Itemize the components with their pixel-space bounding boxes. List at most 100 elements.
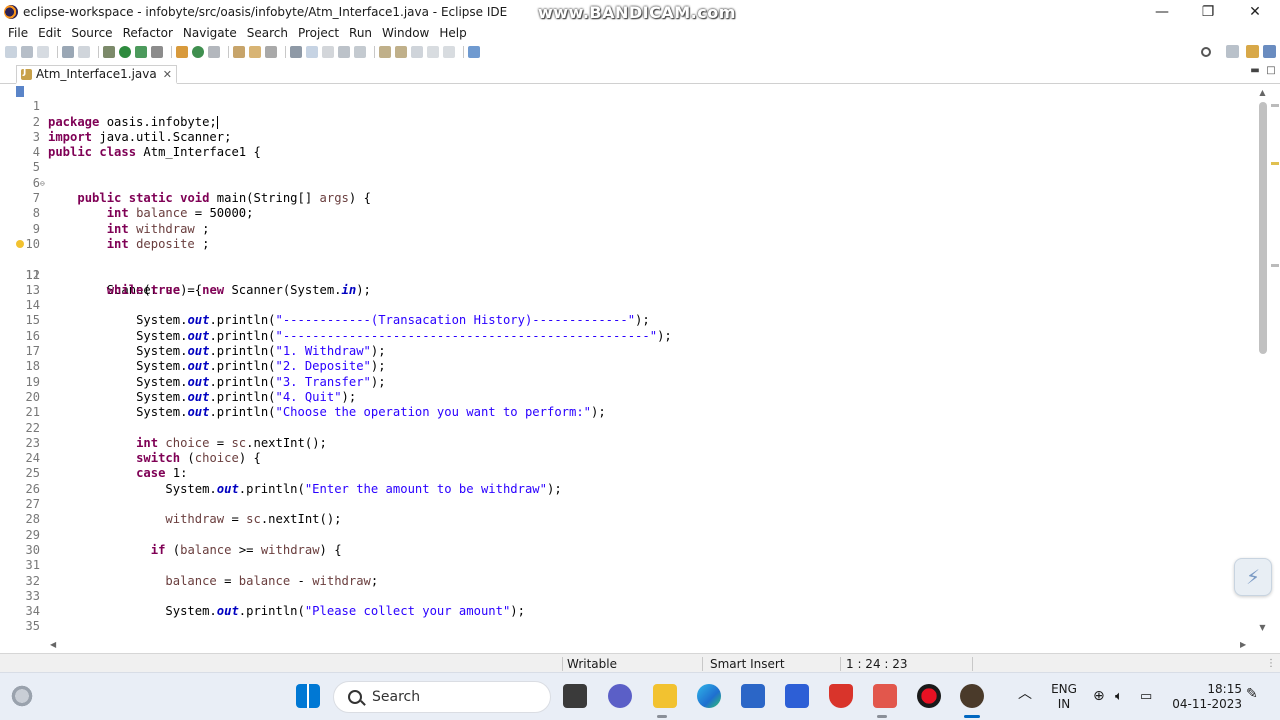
open-type-icon[interactable] [233, 46, 245, 58]
horizontal-scrollbar[interactable]: ◀ ▶ [50, 640, 1250, 652]
menu-project[interactable]: Project [293, 24, 344, 43]
main-toolbar [0, 43, 1280, 61]
menu-help[interactable]: Help [434, 24, 471, 43]
chevron-up-icon[interactable]: ︿ [1018, 687, 1032, 702]
code-text: ( [143, 282, 151, 297]
app-pinned-icon[interactable] [873, 684, 897, 708]
menu-bar: File Edit Source Refactor Navigate Searc… [0, 24, 1280, 43]
open-task-icon[interactable] [249, 46, 261, 58]
string-literal: "3. Transfer" [275, 374, 371, 389]
windows-start-icon[interactable] [296, 684, 320, 708]
task-view-icon[interactable] [563, 684, 587, 708]
show-selected-element-icon[interactable] [354, 46, 366, 58]
tab-close-icon[interactable]: ✕ [163, 68, 172, 81]
show-whitespace-icon[interactable] [338, 46, 350, 58]
vertical-scroll-thumb[interactable] [1259, 102, 1267, 354]
maximize-view-icon[interactable]: □ [1266, 66, 1276, 76]
pin-editor-icon[interactable] [468, 46, 480, 58]
status-cursor-position[interactable]: 1 : 24 : 23 [846, 656, 908, 672]
save-all-icon[interactable] [37, 46, 49, 58]
eclipse-taskbar-icon[interactable] [960, 684, 984, 708]
edge-browser-icon[interactable] [697, 684, 721, 708]
save-icon[interactable] [21, 46, 33, 58]
bandicam-record-icon[interactable] [917, 684, 941, 708]
code-text: .nextInt(); [246, 435, 327, 450]
new-class-icon[interactable] [208, 46, 220, 58]
menu-navigate[interactable]: Navigate [178, 24, 242, 43]
menu-source[interactable]: Source [66, 24, 117, 43]
language-indicator[interactable]: ENG IN [1048, 682, 1080, 712]
volume-icon[interactable]: 🔈︎ [1115, 689, 1123, 704]
ruler-mark[interactable] [1271, 104, 1279, 107]
microsoft-store-icon[interactable] [741, 684, 765, 708]
skip-breakpoints-icon[interactable] [78, 46, 90, 58]
code-line: 27 withdraw = sc.nextInt(); [14, 482, 342, 526]
minimize-view-icon[interactable]: ▬ [1250, 66, 1260, 76]
menu-window[interactable]: Window [377, 24, 434, 43]
mcafee-icon[interactable] [829, 684, 853, 708]
floating-widget-icon[interactable]: ⚡ [1234, 558, 1272, 596]
new-icon[interactable] [5, 46, 17, 58]
keyword: while [106, 282, 144, 297]
warning-icon[interactable] [16, 240, 24, 248]
debug-icon[interactable] [103, 46, 115, 58]
toggle-mark-icon[interactable] [290, 46, 302, 58]
search-icon[interactable] [1201, 47, 1211, 57]
open-perspective-icon[interactable] [1226, 45, 1239, 58]
widgets-icon[interactable] [10, 684, 34, 708]
field: out [187, 328, 210, 343]
next-annotation-icon[interactable] [379, 46, 391, 58]
scroll-right-icon[interactable]: ▶ [1240, 640, 1246, 649]
terminal-icon[interactable] [62, 46, 74, 58]
back-icon[interactable] [427, 46, 439, 58]
close-button[interactable]: ✕ [1232, 0, 1278, 24]
code-line: 33 System.out.println("Please collect yo… [14, 574, 525, 618]
taskbar-search-box[interactable]: Search [333, 681, 551, 713]
block-selection-icon[interactable] [322, 46, 334, 58]
notification-icon[interactable]: ✎ [1246, 687, 1258, 702]
minimize-button[interactable]: — [1139, 0, 1185, 24]
menu-search[interactable]: Search [242, 24, 293, 43]
field: out [187, 374, 210, 389]
file-explorer-icon[interactable] [653, 684, 677, 708]
java-ee-perspective-icon[interactable] [1246, 45, 1259, 58]
network-icon[interactable]: ⊕ [1093, 689, 1105, 704]
menu-edit[interactable]: Edit [33, 24, 66, 43]
scroll-down-icon[interactable]: ▼ [1258, 623, 1267, 632]
search-tool-icon[interactable] [265, 46, 277, 58]
menu-refactor[interactable]: Refactor [118, 24, 178, 43]
code-line: 1 package oasis.infobyte; [14, 84, 218, 129]
previous-annotation-icon[interactable] [395, 46, 407, 58]
overview-ruler[interactable] [1270, 84, 1280, 636]
new-package-icon[interactable] [192, 46, 204, 58]
code-text: System. [136, 405, 188, 420]
visual-studio-code-icon[interactable] [785, 684, 809, 708]
scroll-up-icon[interactable]: ▲ [1258, 88, 1267, 97]
status-insert-mode[interactable]: Smart Insert [710, 656, 785, 672]
code-text: ; [194, 221, 210, 236]
forward-icon[interactable] [443, 46, 455, 58]
status-more-icon[interactable]: ⋮ [1266, 656, 1276, 672]
clock[interactable]: 18:15 04-11-2023 [1172, 682, 1242, 712]
word-wrap-icon[interactable] [306, 46, 318, 58]
battery-icon[interactable]: ▭ [1140, 689, 1152, 704]
language-code: ENG [1051, 682, 1077, 696]
vertical-scrollbar[interactable]: ▲ ▼ [1256, 88, 1268, 636]
teams-chat-icon[interactable] [608, 684, 632, 708]
coverage-icon[interactable] [135, 46, 147, 58]
java-perspective-icon[interactable] [1263, 45, 1276, 58]
tab-atm-interface1[interactable]: Atm_Interface1.java ✕ [16, 65, 177, 84]
run-icon[interactable] [119, 46, 131, 58]
maximize-button[interactable]: ❐ [1185, 0, 1231, 24]
external-tools-icon[interactable] [151, 46, 163, 58]
last-edit-location-icon[interactable] [411, 46, 423, 58]
code-editor[interactable]: 1 package oasis.infobyte; 2 import java.… [14, 84, 1270, 636]
scroll-left-icon[interactable]: ◀ [50, 640, 56, 649]
new-java-project-icon[interactable] [176, 46, 188, 58]
menu-file[interactable]: File [3, 24, 33, 43]
restore-icon: ❐ [1201, 4, 1215, 20]
ruler-mark[interactable] [1271, 264, 1279, 267]
keyword: package [48, 114, 100, 129]
menu-run[interactable]: Run [344, 24, 377, 43]
ruler-mark[interactable] [1271, 162, 1279, 165]
